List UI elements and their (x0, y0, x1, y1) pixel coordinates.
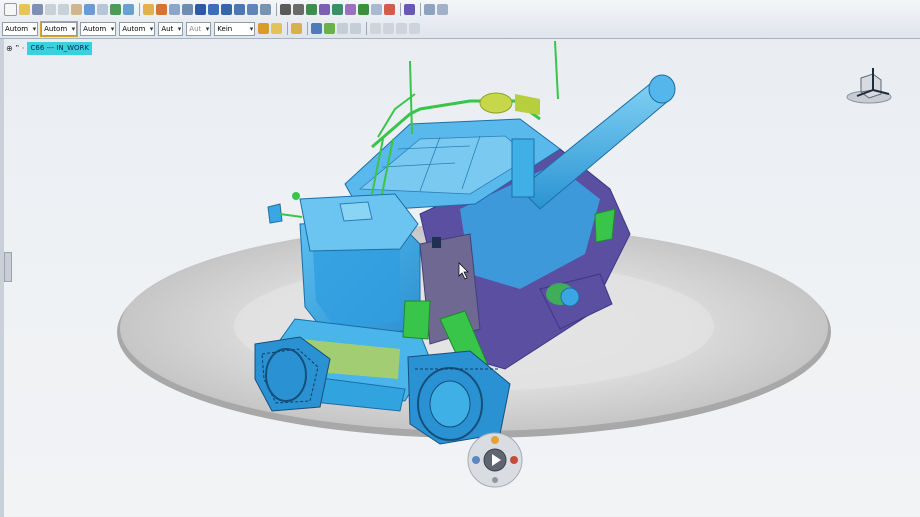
paint-icon[interactable] (337, 23, 349, 34)
undo-icon[interactable] (84, 3, 95, 15)
erase-icon[interactable] (350, 23, 362, 34)
render-icon[interactable] (156, 3, 167, 15)
toolbar: Autom Autom Autom Autom Aut Aut Kein (0, 0, 920, 39)
zoom-icon[interactable] (182, 3, 193, 15)
dropdown-mode-1[interactable]: Autom (2, 21, 39, 36)
select-icon[interactable] (424, 3, 435, 15)
fit-all-icon[interactable] (143, 3, 154, 15)
pencil-icon[interactable] (258, 23, 270, 34)
redo-icon[interactable] (97, 3, 108, 15)
toolbar-row-1 (4, 1, 450, 17)
walk-icon[interactable] (208, 3, 219, 15)
arrow-right-icon[interactable] (383, 23, 395, 34)
dropdown-mode-7[interactable]: Kein (214, 21, 256, 36)
pan-icon[interactable] (195, 3, 206, 15)
highlight-icon[interactable] (291, 23, 303, 34)
markup-icon[interactable] (358, 3, 369, 15)
settings-icon[interactable] (384, 3, 395, 15)
model-scene[interactable] (0, 39, 920, 517)
measure-icon[interactable] (280, 3, 291, 15)
rotate-icon[interactable] (221, 3, 232, 15)
new-icon[interactable] (4, 2, 17, 16)
cut-icon[interactable] (45, 3, 56, 15)
dropdown-mode-5[interactable]: Aut (158, 21, 184, 36)
arrow-down-icon[interactable] (409, 23, 421, 34)
search-icon[interactable] (260, 3, 271, 15)
open-icon[interactable] (19, 3, 30, 15)
view-icon[interactable] (169, 3, 180, 15)
view-compass-icon[interactable] (843, 64, 895, 106)
dropdown-mode-2[interactable]: Autom (40, 20, 79, 37)
color-icon[interactable] (324, 23, 336, 34)
toolbar-separator (400, 2, 401, 16)
assembly-tree-icon[interactable] (123, 3, 134, 15)
camera-icon[interactable] (332, 3, 343, 15)
playback-dial-icon[interactable] (467, 432, 523, 488)
assembly-icon[interactable] (110, 3, 121, 15)
3d-viewport[interactable]: ⊕ ‟ · C66 --- IN_WORK (0, 39, 920, 517)
arrow-up-icon[interactable] (396, 23, 408, 34)
toolbar-separator (139, 2, 140, 16)
light-icon[interactable] (319, 3, 330, 15)
toolbar-row-2: Autom Autom Autom Autom Aut Aut Kein (2, 20, 422, 37)
toolbar-separator (366, 22, 368, 35)
toolbar-separator (276, 2, 277, 16)
section-icon[interactable] (293, 3, 304, 15)
paste-icon[interactable] (71, 3, 82, 15)
window-icon[interactable] (437, 3, 448, 15)
dropdown-mode-6[interactable]: Aut (186, 21, 212, 36)
material-icon[interactable] (306, 3, 317, 15)
toolbar-separator (307, 22, 309, 35)
dashboard-icon[interactable] (404, 3, 415, 15)
rotate-view-icon[interactable] (247, 3, 258, 15)
toolbar-separator (420, 2, 421, 16)
dropdown-mode-4[interactable]: Autom (119, 21, 156, 36)
save-icon[interactable] (32, 3, 43, 15)
arrow-left-icon[interactable] (370, 23, 382, 34)
export-icon[interactable] (371, 3, 382, 15)
annotation-icon[interactable] (345, 3, 356, 15)
brush-icon[interactable] (271, 23, 283, 34)
dropdown-mode-3[interactable]: Autom (80, 21, 117, 36)
copy-icon[interactable] (58, 3, 69, 15)
move-icon[interactable] (234, 3, 245, 15)
palette-icon[interactable] (311, 23, 323, 34)
toolbar-separator (287, 22, 289, 35)
